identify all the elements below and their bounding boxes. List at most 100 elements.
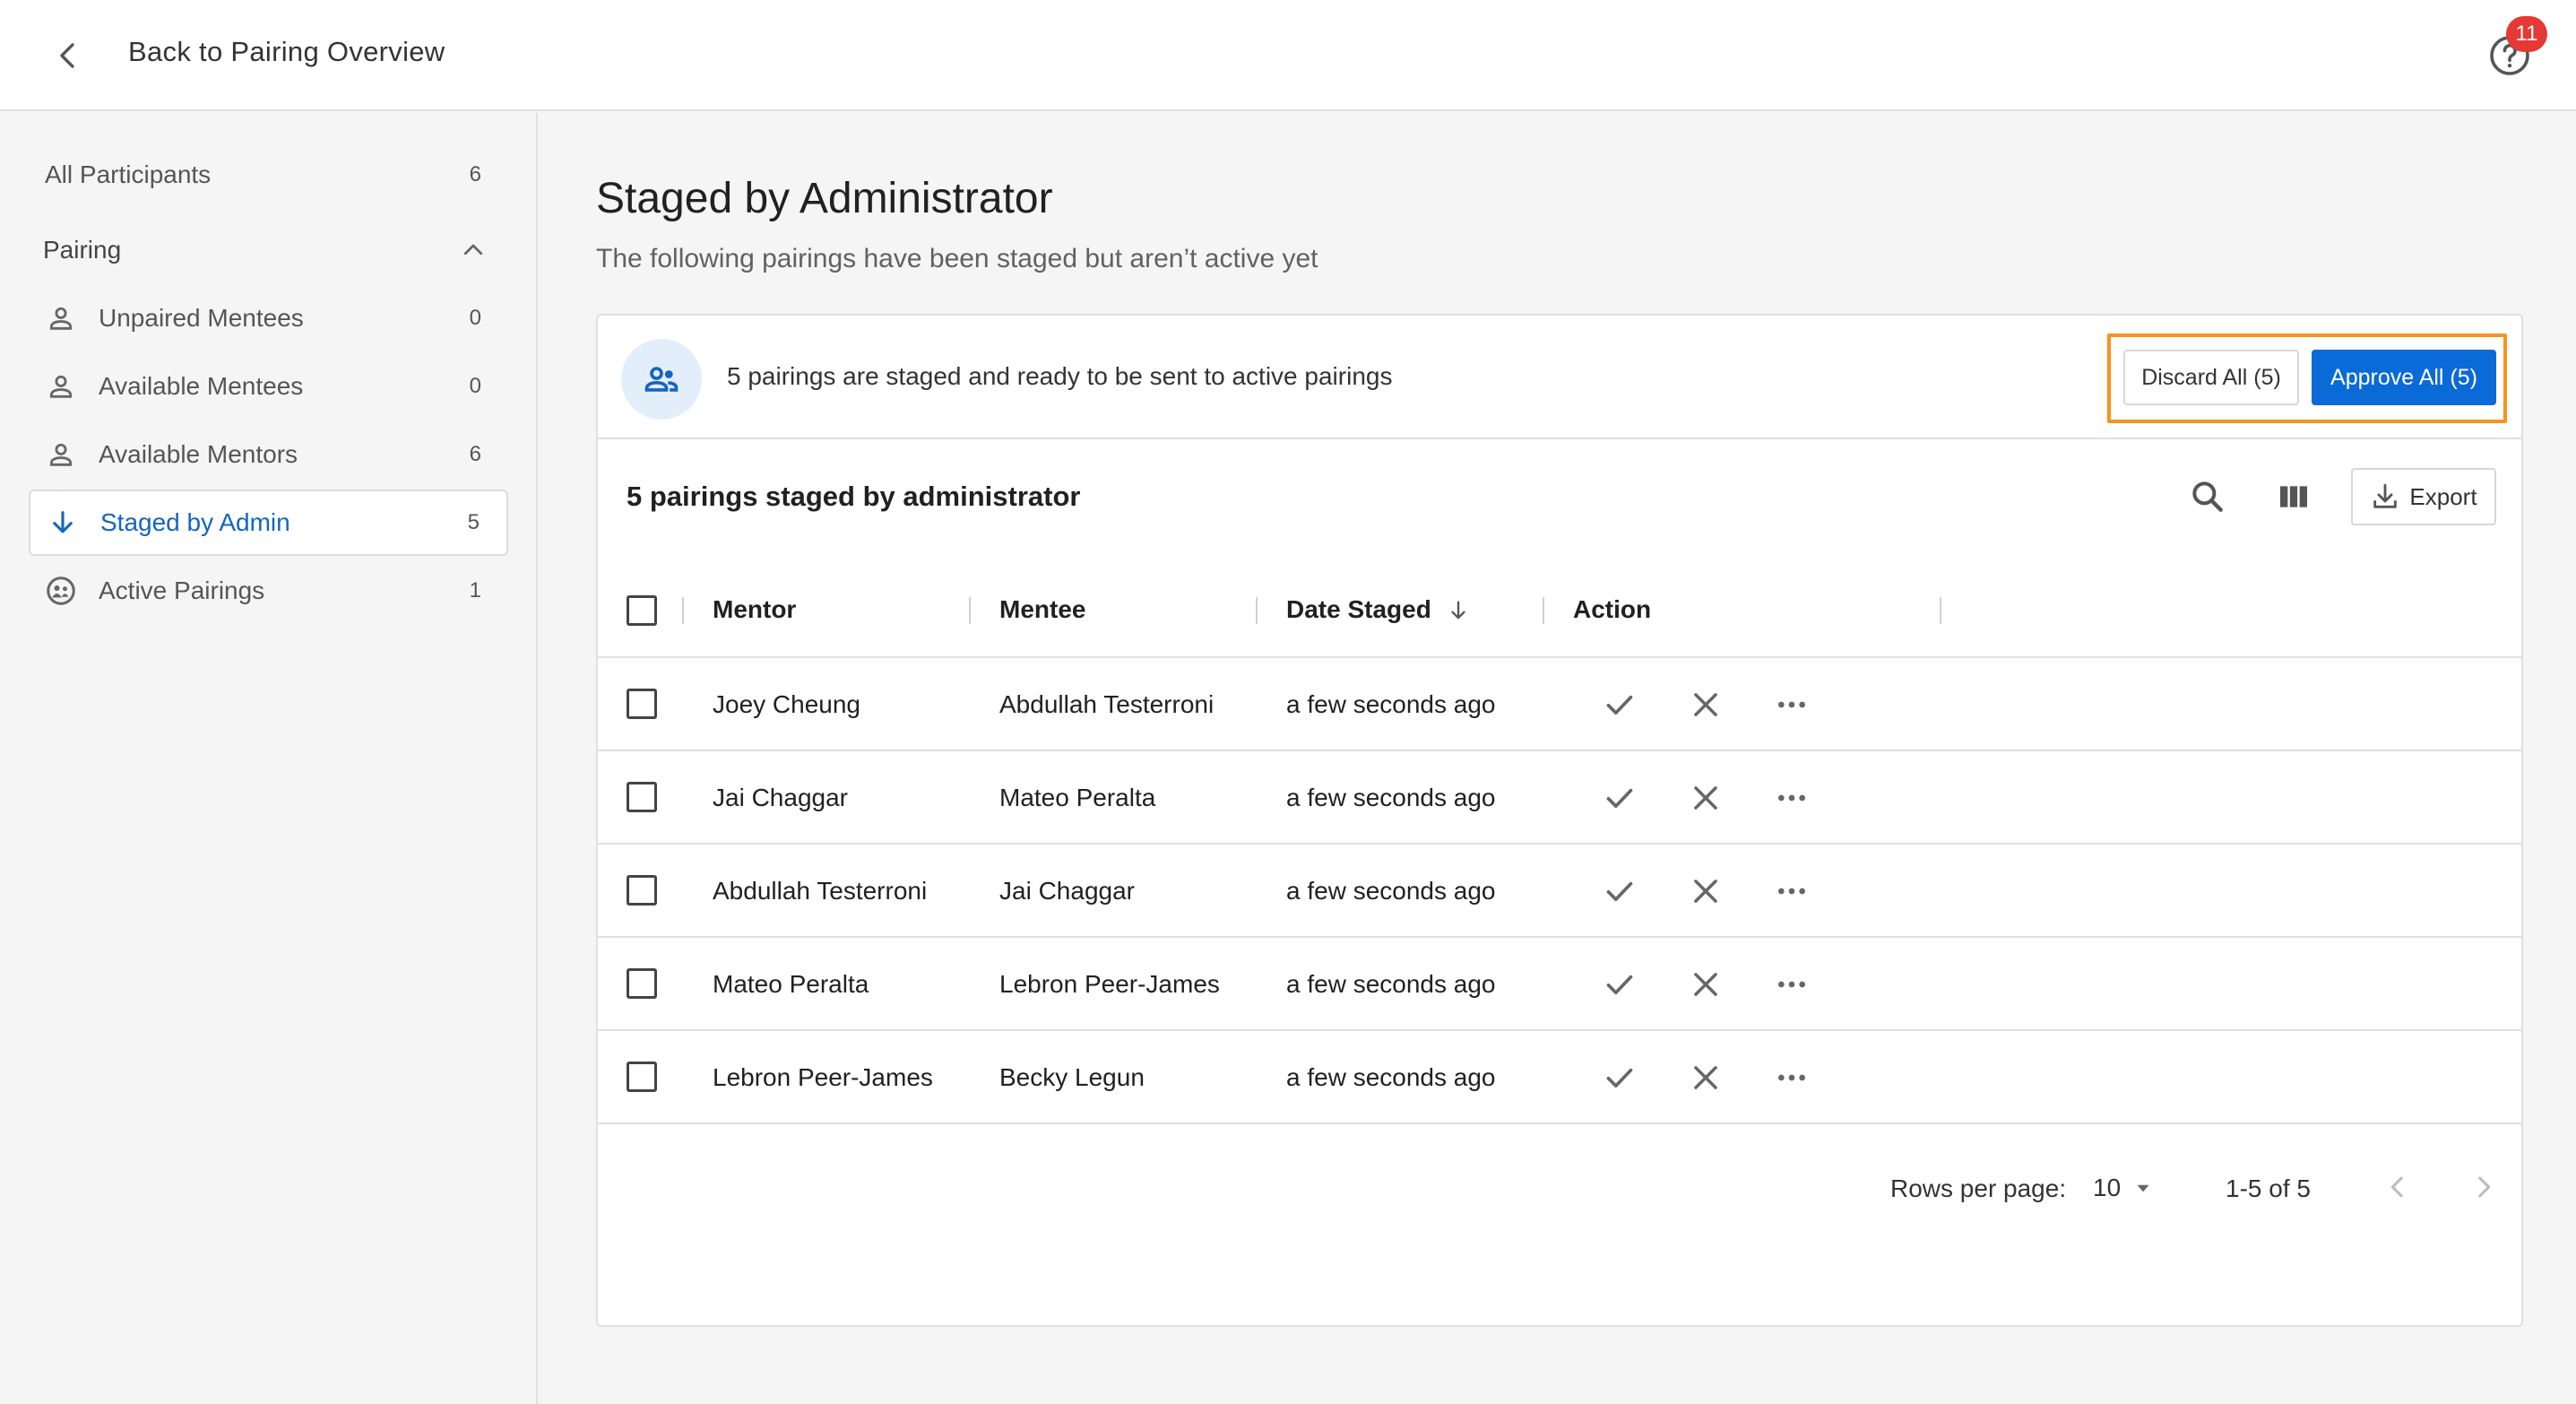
page-title: Staged by Administrator <box>596 175 1053 222</box>
sidebar-item-label: All Participants <box>45 160 212 188</box>
sidebar-item-all-participants[interactable]: All Participants 6 <box>29 142 508 208</box>
table-row: Mateo Peralta Lebron Peer-James a few se… <box>598 938 2521 1031</box>
table-row: Jai Chaggar Mateo Peralta a few seconds … <box>598 751 2521 845</box>
more-horizontal-icon <box>1778 701 1805 708</box>
row-checkbox[interactable] <box>627 782 657 812</box>
pagination-range: 1-5 of 5 <box>2226 1174 2311 1202</box>
table-row: Joey Cheung Abdullah Testerroni a few se… <box>598 658 2521 751</box>
date-staged-cell: a few seconds ago <box>1286 690 1496 718</box>
sidebar-item-active-pairings[interactable]: Active Pairings 1 <box>29 558 508 624</box>
sidebar-item-label: Active Pairings <box>99 576 265 604</box>
person-icon <box>43 300 79 336</box>
column-header-mentor[interactable]: Mentor <box>713 595 796 624</box>
sidebar-section-pairing[interactable]: Pairing <box>29 217 508 283</box>
columns-button[interactable] <box>2270 473 2317 520</box>
approve-button[interactable] <box>1600 1058 1639 1097</box>
export-button[interactable]: Export <box>2351 468 2496 525</box>
sidebar-item-available-mentors[interactable]: Available Mentors 6 <box>29 421 508 488</box>
date-staged-cell: a few seconds ago <box>1286 784 1496 811</box>
discard-button[interactable] <box>1686 685 1725 724</box>
table-title: 5 pairings staged by administrator <box>627 481 1081 512</box>
column-separator <box>1940 597 1941 624</box>
sidebar-item-count: 0 <box>469 306 481 330</box>
more-options-button[interactable] <box>1772 778 1811 818</box>
discard-button[interactable] <box>1686 1058 1725 1097</box>
back-link-label[interactable]: Back to Pairing Overview <box>128 36 445 68</box>
more-horizontal-icon <box>1778 888 1805 895</box>
row-checkbox[interactable] <box>627 968 657 999</box>
export-label: Export <box>2409 482 2477 510</box>
caret-down-icon <box>2137 1184 2149 1192</box>
people-icon <box>621 339 702 420</box>
chevron-up-icon <box>463 244 483 256</box>
mentor-cell: Abdullah Testerroni <box>713 877 928 905</box>
date-staged-cell: a few seconds ago <box>1286 970 1496 998</box>
mentee-cell: Mateo Peralta <box>999 784 1156 811</box>
table-pagination: Rows per page: 10 1-5 of 5 <box>598 1131 2521 1239</box>
mentee-cell: Becky Legun <box>999 1063 1145 1091</box>
close-icon <box>1694 1066 1717 1089</box>
sidebar-item-label: Staged by Admin <box>100 508 290 536</box>
staged-banner: 5 pairings are staged and ready to be se… <box>598 316 2521 439</box>
mentor-cell: Jai Chaggar <box>713 784 848 811</box>
person-icon <box>43 437 79 472</box>
rows-per-page-label: Rows per page: <box>1890 1174 2067 1202</box>
approve-button[interactable] <box>1600 685 1639 724</box>
main-content: Staged by Administrator The following pa… <box>540 113 2576 1404</box>
discard-button[interactable] <box>1686 965 1725 1004</box>
discard-all-button[interactable]: Discard All (5) <box>2123 350 2299 405</box>
column-header-label: Date Staged <box>1286 595 1431 623</box>
page-subtitle: The following pairings have been staged … <box>596 244 1318 273</box>
back-button[interactable] <box>45 32 91 79</box>
mentor-cell: Lebron Peer-James <box>713 1063 933 1091</box>
sidebar: All Participants 6 Pairing Unpaired Ment… <box>0 113 538 1404</box>
close-icon <box>1694 973 1717 996</box>
mentee-cell: Lebron Peer-James <box>999 970 1220 998</box>
chevron-right-icon <box>2478 1176 2491 1198</box>
sidebar-item-count: 0 <box>469 374 481 398</box>
sidebar-item-available-mentees[interactable]: Available Mentees 0 <box>29 353 508 420</box>
row-checkbox[interactable] <box>627 1062 657 1092</box>
sort-descending-icon <box>1451 601 1465 620</box>
search-button[interactable] <box>2184 473 2231 520</box>
discard-button[interactable] <box>1686 871 1725 911</box>
mentor-cell: Mateo Peralta <box>713 970 869 998</box>
sidebar-item-staged-by-admin[interactable]: Staged by Admin 5 <box>29 490 508 556</box>
select-all-checkbox[interactable] <box>627 595 657 626</box>
next-page-button[interactable] <box>2462 1166 2505 1209</box>
column-header-mentee[interactable]: Mentee <box>999 595 1085 624</box>
sidebar-item-unpaired-mentees[interactable]: Unpaired Mentees 0 <box>29 285 508 351</box>
more-options-button[interactable] <box>1772 871 1811 911</box>
rows-per-page-select[interactable]: 10 <box>2093 1167 2168 1209</box>
table-header: Mentor Mentee Date Staged Action <box>598 565 2521 658</box>
arrow-down-icon <box>45 505 81 541</box>
more-options-button[interactable] <box>1772 685 1811 724</box>
sidebar-item-count: 6 <box>469 442 481 466</box>
search-icon <box>2192 481 2223 512</box>
mentee-cell: Abdullah Testerroni <box>999 690 1215 718</box>
rows-per-page-value: 10 <box>2093 1174 2122 1201</box>
approve-button[interactable] <box>1600 965 1639 1004</box>
column-separator <box>969 597 971 624</box>
approve-all-button[interactable]: Approve All (5) <box>2312 350 2496 405</box>
sidebar-item-label: Unpaired Mentees <box>99 304 304 332</box>
download-icon <box>2373 483 2398 508</box>
check-icon <box>1606 788 1633 808</box>
close-icon <box>1694 693 1717 716</box>
more-options-button[interactable] <box>1772 965 1811 1004</box>
previous-page-button[interactable] <box>2376 1166 2419 1209</box>
row-checkbox[interactable] <box>627 689 657 719</box>
discard-button[interactable] <box>1686 778 1725 818</box>
row-checkbox[interactable] <box>627 875 657 906</box>
column-header-date-staged[interactable]: Date Staged <box>1286 595 1471 624</box>
more-options-button[interactable] <box>1772 1058 1811 1097</box>
table-row: Abdullah Testerroni Jai Chaggar a few se… <box>598 845 2521 938</box>
chevron-left-icon <box>2390 1176 2403 1198</box>
check-icon <box>1606 881 1633 901</box>
view-columns-icon <box>2280 486 2307 507</box>
sidebar-section-label: Pairing <box>43 236 122 264</box>
approve-button[interactable] <box>1600 778 1639 818</box>
column-separator <box>1543 597 1544 624</box>
approve-button[interactable] <box>1600 871 1639 911</box>
sidebar-item-label: Available Mentors <box>99 440 298 468</box>
